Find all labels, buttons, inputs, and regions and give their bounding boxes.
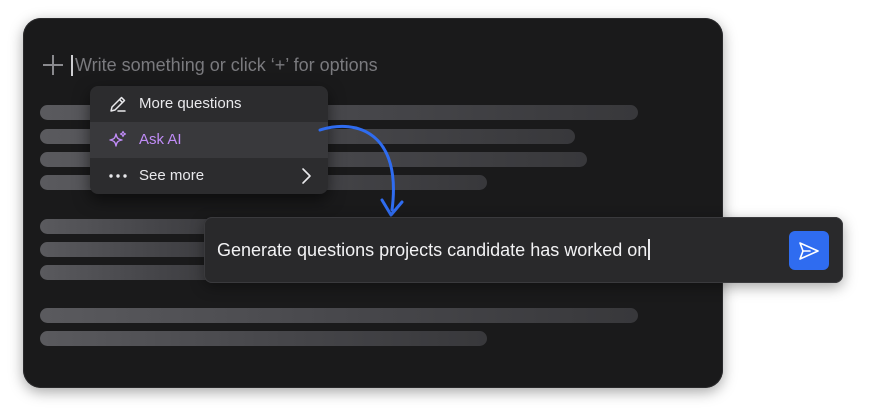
ai-prompt-value: Generate questions projects candidate ha… [217, 240, 648, 260]
more-dots-icon [108, 166, 128, 186]
menu-item-see-more[interactable]: See more [90, 158, 328, 194]
menu-item-ask-ai[interactable]: Ask AI [90, 122, 328, 158]
menu-item-more-questions[interactable]: More questions [90, 86, 328, 122]
add-block-plus-icon[interactable] [43, 55, 63, 75]
curved-arrow-icon [318, 125, 404, 217]
skeleton-line [40, 308, 638, 323]
text-caret [71, 55, 73, 76]
skeleton-line [40, 331, 487, 346]
ai-prompt-box: Generate questions projects candidate ha… [204, 217, 843, 283]
menu-item-label: Ask AI [139, 131, 182, 148]
menu-item-label: More questions [139, 95, 242, 112]
send-icon [799, 242, 819, 260]
send-button[interactable] [789, 231, 829, 270]
editor-placeholder[interactable]: Write something or click ‘+’ for options [75, 55, 378, 76]
prompt-caret [648, 239, 650, 260]
pencil-icon [108, 94, 128, 114]
ai-prompt-input[interactable]: Generate questions projects candidate ha… [217, 239, 650, 261]
sparkle-icon [108, 130, 128, 150]
menu-item-label: See more [139, 167, 205, 184]
options-menu: More questions Ask AI See more [90, 86, 328, 194]
